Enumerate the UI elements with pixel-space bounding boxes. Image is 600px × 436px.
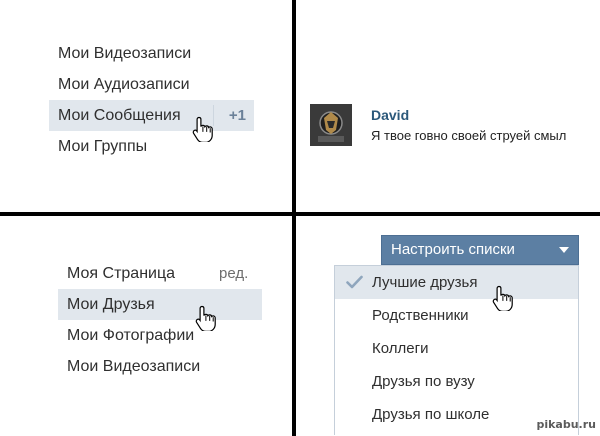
menu-item-groups[interactable]: Мои Группы xyxy=(49,131,254,162)
menu-item-label: Моя Страница xyxy=(67,265,176,282)
hand-cursor-icon xyxy=(192,116,214,142)
menu-item-label: Мои Фотографии xyxy=(67,327,195,344)
hand-cursor-icon xyxy=(195,305,217,331)
friend-lists-dropdown: Лучшие друзья Родственники Коллеги Друзь… xyxy=(334,265,579,435)
panel-divider-vertical xyxy=(292,0,296,436)
menu-item-messages[interactable]: Мои Сообщения +1 xyxy=(49,100,254,131)
checkmark-icon xyxy=(346,275,363,289)
edit-link[interactable]: ред. xyxy=(219,258,248,289)
option-label: Друзья по школе xyxy=(372,406,490,423)
list-option-relatives[interactable]: Родственники xyxy=(335,299,578,332)
left-menu-1: Мои Видеозаписи Мои Аудиозаписи Мои Сооб… xyxy=(49,38,254,162)
option-label: Лучшие друзья xyxy=(372,274,478,291)
list-option-best-friends[interactable]: Лучшие друзья xyxy=(335,266,578,299)
list-option-university-friends[interactable]: Друзья по вузу xyxy=(335,365,578,398)
menu-item-videos[interactable]: Мои Видеозаписи xyxy=(49,38,254,69)
menu-item-label: Мои Видеозаписи xyxy=(58,45,192,62)
menu-item-photos[interactable]: Мои Фотографии xyxy=(58,320,262,351)
button-label: Настроить списки xyxy=(391,241,515,258)
configure-lists-button[interactable]: Настроить списки xyxy=(381,235,579,265)
menu-item-audio[interactable]: Мои Аудиозаписи xyxy=(49,69,254,100)
caret-down-icon xyxy=(559,247,569,253)
menu-item-friends[interactable]: Мои Друзья xyxy=(58,289,262,320)
watermark: pikabu.ru xyxy=(536,418,596,431)
menu-item-label: Мои Аудиозаписи xyxy=(58,76,190,93)
hand-cursor-icon xyxy=(492,285,514,311)
message-preview-text[interactable]: Я твое говно своей струей смыл xyxy=(371,128,566,143)
menu-item-label: Мои Видеозаписи xyxy=(67,358,201,375)
menu-item-videos[interactable]: Мои Видеозаписи xyxy=(58,351,262,382)
message-author-link[interactable]: David xyxy=(371,107,409,123)
list-option-colleagues[interactable]: Коллеги xyxy=(335,332,578,365)
menu-item-label: Мои Группы xyxy=(58,138,148,155)
option-label: Родственники xyxy=(372,307,469,324)
panel-divider-horizontal xyxy=(0,212,600,216)
menu-item-label: Мои Сообщения xyxy=(58,107,181,124)
option-label: Коллеги xyxy=(372,340,429,357)
menu-item-label: Мои Друзья xyxy=(67,296,155,313)
message-counter-badge[interactable]: +1 xyxy=(229,100,246,131)
option-label: Друзья по вузу xyxy=(372,373,475,390)
avatar[interactable] xyxy=(310,104,352,146)
